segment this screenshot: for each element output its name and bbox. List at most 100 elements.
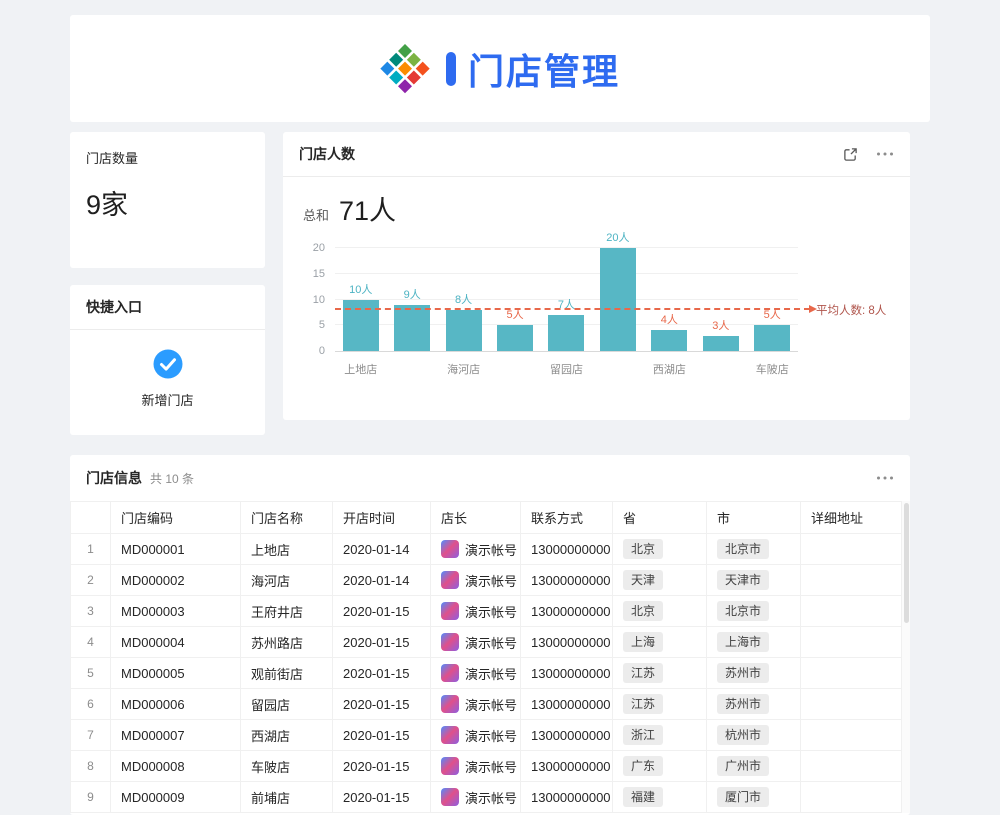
province-tag: 北京 <box>623 539 663 559</box>
manager-name: 演示帐号 <box>465 602 517 621</box>
column-header: 开店时间 <box>333 502 431 534</box>
column-header: 市 <box>707 502 801 534</box>
table-row[interactable]: 2MD000002海河店2020-01-14演示帐号13000000000天津天… <box>71 565 910 596</box>
table-header-row: 门店编码门店名称开店时间店长联系方式省市详细地址 <box>71 502 910 534</box>
phone-cell: 13000000000 <box>521 534 613 565</box>
x-axis-label: 留园店 <box>541 361 592 377</box>
city-tag: 天津市 <box>717 570 769 590</box>
open-date-cell: 2020-01-15 <box>333 689 431 720</box>
row-index-cell: 3 <box>71 596 111 627</box>
store-code-cell: MD000008 <box>111 751 241 782</box>
x-axis-label: 西湖店 <box>644 361 695 377</box>
phone-cell: 13000000000 <box>521 596 613 627</box>
manager-name: 演示帐号 <box>465 571 517 590</box>
column-header: 详细地址 <box>801 502 910 534</box>
bar[interactable] <box>600 248 636 351</box>
open-date-cell: 2020-01-15 <box>333 658 431 689</box>
chart-more-icon[interactable] <box>876 151 894 157</box>
y-axis-tick-label: 10 <box>313 294 325 306</box>
phone-cell: 13000000000 <box>521 720 613 751</box>
phone-cell: 13000000000 <box>521 627 613 658</box>
table-scrollbar-thumb[interactable] <box>904 503 909 623</box>
store-code-cell: MD000006 <box>111 689 241 720</box>
manager-name: 演示帐号 <box>465 757 517 776</box>
store-code-cell: MD000009 <box>111 782 241 813</box>
add-store-check-circle-icon[interactable] <box>152 348 184 380</box>
province-cell: 上海 <box>613 627 707 658</box>
store-name-cell: 王府井店 <box>241 596 333 627</box>
chart-bars: 10人9人8人5人7人20人4人3人5人 <box>335 248 798 351</box>
table-row[interactable]: 3MD000003王府井店2020-01-15演示帐号13000000000北京… <box>71 596 910 627</box>
headcount-chart-card: 门店人数 <box>283 132 910 420</box>
bar[interactable] <box>548 315 584 351</box>
add-store-label[interactable]: 新增门店 <box>141 390 193 409</box>
province-cell: 浙江 <box>613 720 707 751</box>
province-cell: 北京 <box>613 596 707 627</box>
manager-cell: 演示帐号 <box>431 534 521 565</box>
table-record-count: 共 10 条 <box>150 470 876 487</box>
bar[interactable] <box>754 325 790 351</box>
app-title-text: 门店管理 <box>468 43 620 95</box>
bar[interactable] <box>446 310 482 351</box>
sum-value: 71人 <box>339 189 396 228</box>
quick-entry-body: 新增门店 <box>70 330 265 409</box>
bar-value-label: 3人 <box>712 317 729 333</box>
manager-name: 演示帐号 <box>465 788 517 807</box>
table-row[interactable]: 8MD000008车陂店2020-01-15演示帐号13000000000广东广… <box>71 751 910 782</box>
manager-avatar <box>441 726 459 744</box>
quick-entry-title: 快捷入口 <box>70 285 265 330</box>
x-axis-label <box>592 361 643 377</box>
column-header: 门店名称 <box>241 502 333 534</box>
province-cell: 广东 <box>613 751 707 782</box>
bar-value-label: 10人 <box>349 281 372 297</box>
city-cell: 广州市 <box>707 751 801 782</box>
province-tag: 上海 <box>623 632 663 652</box>
address-cell <box>801 689 910 720</box>
manager-avatar <box>441 571 459 589</box>
bar-slot: 10人 <box>335 248 386 351</box>
bar-slot: 5人 <box>489 248 540 351</box>
bar[interactable] <box>703 336 739 351</box>
bar[interactable] <box>651 330 687 351</box>
phone-cell: 13000000000 <box>521 751 613 782</box>
manager-avatar <box>441 633 459 651</box>
table-row[interactable]: 1MD000001上地店2020-01-14演示帐号13000000000北京北… <box>71 534 910 565</box>
table-row[interactable]: 4MD000004苏州路店2020-01-15演示帐号13000000000上海… <box>71 627 910 658</box>
province-cell: 江苏 <box>613 689 707 720</box>
phone-cell: 13000000000 <box>521 689 613 720</box>
province-tag: 福建 <box>623 787 663 807</box>
table-row[interactable]: 9MD000009前埔店2020-01-15演示帐号13000000000福建厦… <box>71 782 910 813</box>
bar[interactable] <box>394 305 430 351</box>
bar-slot: 4人 <box>644 248 695 351</box>
store-code-cell: MD000003 <box>111 596 241 627</box>
address-cell <box>801 596 910 627</box>
table-row[interactable]: 6MD000006留园店2020-01-15演示帐号13000000000江苏苏… <box>71 689 910 720</box>
city-tag: 广州市 <box>717 756 769 776</box>
city-cell: 苏州市 <box>707 689 801 720</box>
city-cell: 杭州市 <box>707 720 801 751</box>
open-date-cell: 2020-01-15 <box>333 720 431 751</box>
store-count-title: 门店数量 <box>86 148 249 167</box>
chart-card-title: 门店人数 <box>299 144 355 164</box>
store-name-cell: 车陂店 <box>241 751 333 782</box>
manager-avatar <box>441 540 459 558</box>
address-cell <box>801 782 910 813</box>
province-tag: 江苏 <box>623 694 663 714</box>
city-tag: 上海市 <box>717 632 769 652</box>
province-tag: 浙江 <box>623 725 663 745</box>
column-header: 联系方式 <box>521 502 613 534</box>
city-cell: 苏州市 <box>707 658 801 689</box>
bar[interactable] <box>497 325 533 351</box>
table-scrollbar[interactable] <box>901 501 910 813</box>
quick-entry-card: 快捷入口 新增门店 <box>70 285 265 435</box>
store-name-cell: 观前街店 <box>241 658 333 689</box>
province-cell: 江苏 <box>613 658 707 689</box>
store-code-cell: MD000005 <box>111 658 241 689</box>
store-name-cell: 西湖店 <box>241 720 333 751</box>
table-row[interactable]: 7MD000007西湖店2020-01-15演示帐号13000000000浙江杭… <box>71 720 910 751</box>
table-row[interactable]: 5MD000005观前街店2020-01-15演示帐号13000000000江苏… <box>71 658 910 689</box>
table-more-icon[interactable] <box>876 475 894 481</box>
expand-icon[interactable] <box>843 147 858 162</box>
average-label: 平均人数: 8人 <box>816 302 886 318</box>
store-count-card: 门店数量 9家 <box>70 132 265 268</box>
